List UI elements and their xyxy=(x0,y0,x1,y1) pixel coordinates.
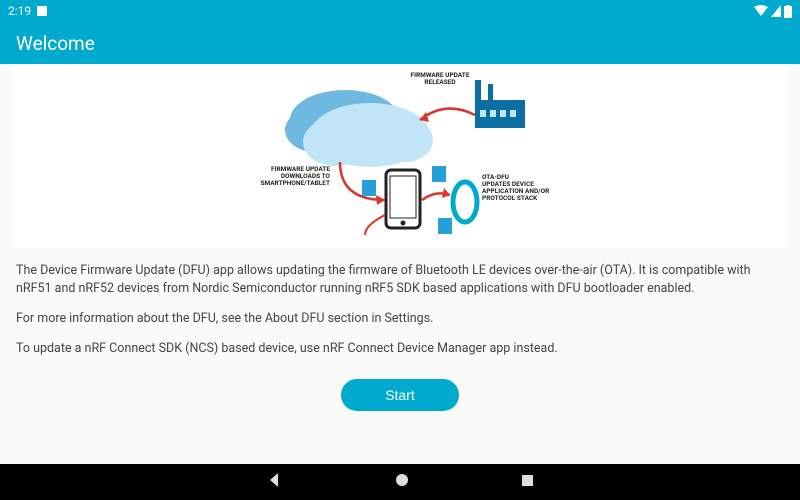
description-block: The Device Firmware Update (DFU) app all… xyxy=(0,258,800,379)
notification-icon xyxy=(37,6,47,16)
wifi-icon xyxy=(754,5,768,17)
description-p1: The Device Firmware Update (DFU) app all… xyxy=(16,262,784,298)
back-icon xyxy=(266,471,284,489)
home-icon xyxy=(394,472,410,488)
dfu-diagram: FIRMWARE UPDATERELEASED FIRMWARE UPDATED… xyxy=(210,70,590,240)
status-bar: 2:19 xyxy=(0,0,800,22)
description-p3: To update a nRF Connect SDK (NCS) based … xyxy=(16,340,784,358)
nav-home-button[interactable] xyxy=(394,472,410,492)
navigation-bar xyxy=(0,464,800,500)
start-button[interactable]: Start xyxy=(341,379,459,411)
nav-recent-button[interactable] xyxy=(520,473,535,492)
description-p2: For more information about the DFU, see … xyxy=(16,310,784,328)
diagram-label-released: FIRMWARE UPDATERELEASED xyxy=(400,72,480,86)
page-title: Welcome xyxy=(16,32,95,55)
battery-icon xyxy=(784,5,792,18)
app-bar: Welcome xyxy=(0,22,800,64)
recent-icon xyxy=(520,473,535,488)
status-time: 2:19 xyxy=(8,4,31,18)
diagram-card: FIRMWARE UPDATERELEASED FIRMWARE UPDATED… xyxy=(14,64,786,248)
diagram-label-ota: OTA-DFUUPDATES DEVICEAPPLICATION AND/ORP… xyxy=(482,174,572,203)
diagram-label-download: FIRMWARE UPDATEDOWNLOADS TOSMARTPHONE/TA… xyxy=(240,166,330,187)
signal-icon xyxy=(771,5,781,17)
content-area: FIRMWARE UPDATERELEASED FIRMWARE UPDATED… xyxy=(0,64,800,464)
nav-back-button[interactable] xyxy=(266,471,284,493)
